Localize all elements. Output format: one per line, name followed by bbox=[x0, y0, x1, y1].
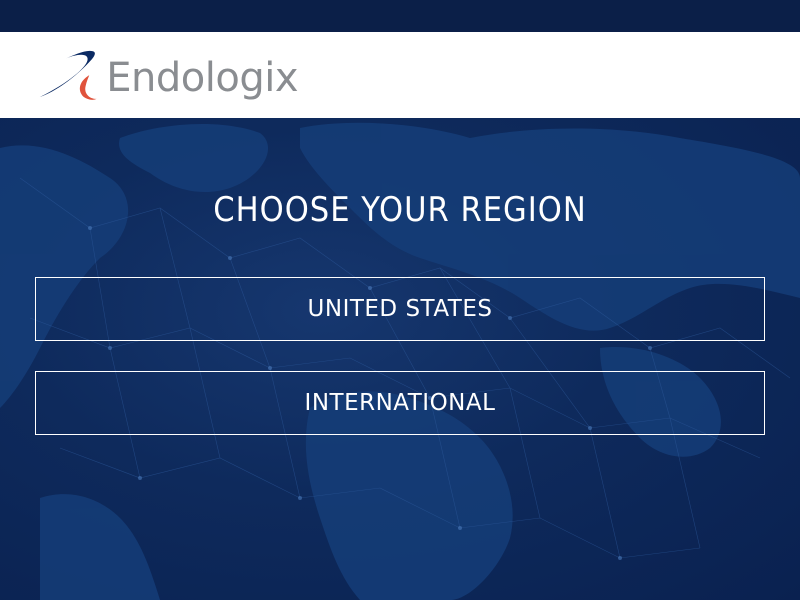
brand-name: Endologix bbox=[106, 55, 298, 101]
region-button-label: UNITED STATES bbox=[307, 296, 493, 322]
brand-logo[interactable]: Endologix bbox=[38, 46, 298, 106]
top-bar bbox=[0, 0, 800, 32]
region-button-united-states[interactable]: UNITED STATES bbox=[35, 277, 765, 341]
region-button-international[interactable]: INTERNATIONAL bbox=[35, 371, 765, 435]
region-selector: CHOOSE YOUR REGION UNITED STATES INTERNA… bbox=[0, 118, 800, 600]
endologix-mark-icon bbox=[39, 50, 97, 100]
page-title: CHOOSE YOUR REGION bbox=[213, 190, 587, 230]
header: Endologix bbox=[0, 32, 800, 118]
region-button-label: INTERNATIONAL bbox=[304, 390, 496, 416]
